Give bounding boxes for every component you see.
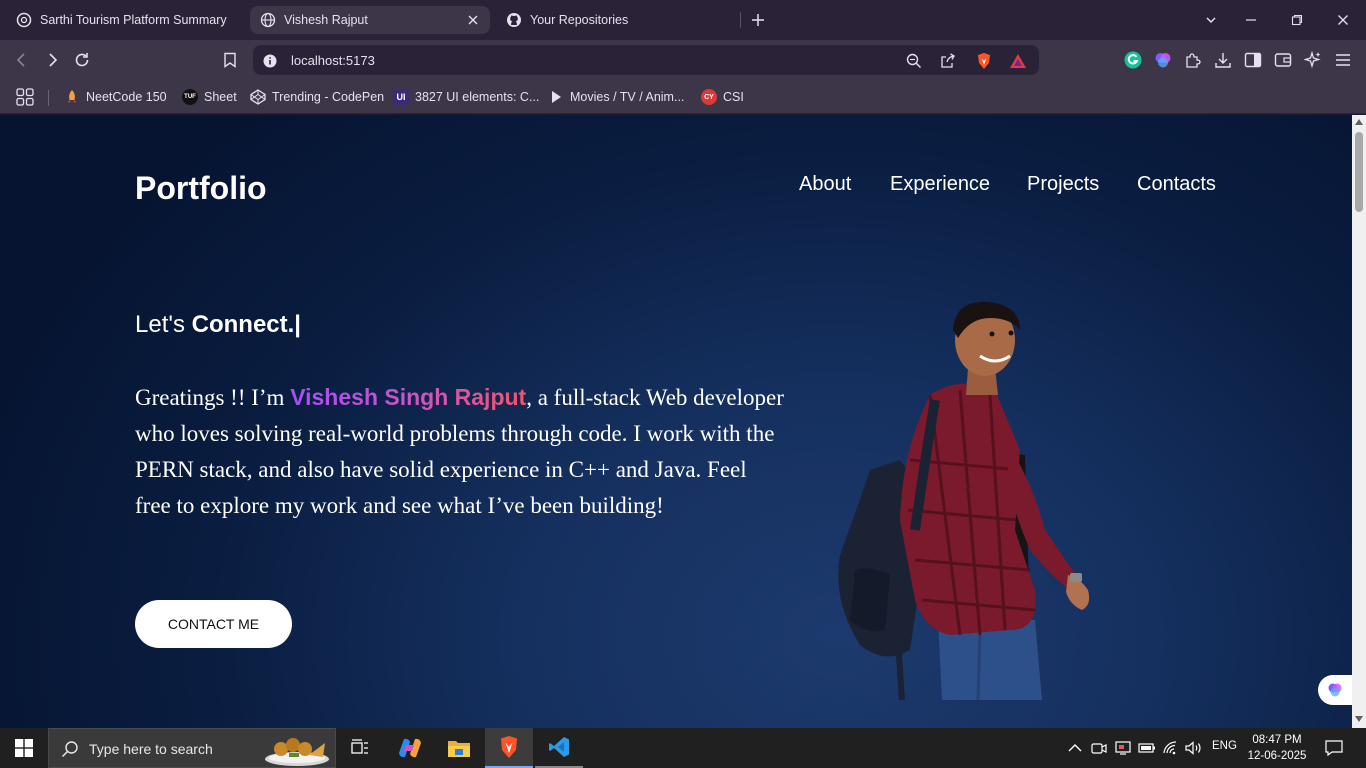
task-view-icon[interactable]	[336, 728, 384, 768]
bookmark-label: Sheet	[204, 90, 237, 104]
play-icon	[548, 89, 564, 105]
clock-date: 12-06-2025	[1247, 750, 1307, 762]
monitor-tray-icon[interactable]	[1114, 740, 1132, 756]
bookmark-movies[interactable]: Movies / TV / Anim...	[548, 86, 684, 108]
contact-me-button[interactable]: CONTACT ME	[135, 600, 292, 648]
nav-projects[interactable]: Projects	[1027, 173, 1099, 196]
heading-typed-text: Connect.|	[191, 311, 302, 338]
taskbar: Type here to search ENG 08:47 PM 12-06-2…	[0, 728, 1366, 768]
portfolio-page: Portfolio About Experience Projects Cont…	[0, 115, 1352, 728]
new-tab-button[interactable]	[746, 8, 770, 32]
close-icon[interactable]	[466, 13, 480, 27]
profile-photo	[830, 300, 1110, 705]
back-button[interactable]	[10, 48, 34, 72]
wallet-icon[interactable]	[1273, 50, 1293, 70]
tuf-icon: TUF	[182, 89, 198, 105]
food-illustration-icon	[265, 738, 329, 766]
site-logo[interactable]: Portfolio	[135, 170, 267, 207]
nav-contacts[interactable]: Contacts	[1137, 173, 1216, 196]
tab-title: Your Repositories	[530, 13, 629, 27]
chatgpt-icon	[16, 12, 32, 28]
bookmarks-bar: NeetCode 150 TUF Sheet Trending - CodePe…	[0, 80, 1366, 114]
search-icon	[61, 741, 78, 758]
uiverse-icon: UI	[393, 89, 409, 105]
tab-title: Vishesh Rajput	[284, 13, 368, 27]
system-clock[interactable]: 08:47 PM 12-06-2025	[1244, 732, 1310, 764]
extensions-puzzle-icon[interactable]	[1183, 50, 1203, 70]
page-scrollbar[interactable]	[1352, 115, 1366, 728]
share-icon[interactable]	[939, 52, 957, 70]
bookmark-sheet[interactable]: TUF Sheet	[182, 86, 237, 108]
minimize-button[interactable]	[1228, 0, 1274, 40]
globe-icon	[260, 12, 276, 28]
intro-before: Greatings !! I’m	[135, 385, 291, 410]
close-window-button[interactable]	[1320, 0, 1366, 40]
menu-icon[interactable]	[1333, 50, 1353, 70]
bookmark-label: Movies / TV / Anim...	[570, 90, 685, 104]
hero-heading: Let's Connect.|	[135, 311, 301, 339]
bookmark-label: CSI	[723, 90, 744, 104]
grammarly-icon[interactable]	[1123, 50, 1143, 70]
url-text[interactable]: localhost:5173	[291, 53, 375, 68]
vscode-icon[interactable]	[535, 728, 583, 768]
assistant-widget-icon[interactable]	[1318, 675, 1352, 705]
camera-tray-icon[interactable]	[1090, 740, 1108, 756]
site-info-icon[interactable]	[261, 52, 279, 70]
nav-experience[interactable]: Experience	[890, 173, 990, 196]
bookmark-label: 3827 UI elements: C...	[415, 90, 540, 104]
brave-shields-icon[interactable]	[975, 52, 993, 70]
bookmark-neetcode[interactable]: NeetCode 150	[64, 86, 167, 108]
bookmark-icon[interactable]	[218, 48, 242, 72]
scroll-down-icon[interactable]	[1355, 716, 1363, 722]
battery-icon[interactable]	[1138, 740, 1156, 756]
toolbar: localhost:5173	[0, 40, 1366, 80]
rocket-icon	[64, 89, 80, 105]
reload-button[interactable]	[70, 48, 94, 72]
file-explorer-icon[interactable]	[435, 728, 483, 768]
ai-extension-icon[interactable]	[1153, 50, 1173, 70]
hero-intro: Greatings !! I’m Vishesh Singh Rajput, a…	[135, 379, 785, 524]
codepen-icon	[250, 89, 266, 105]
wifi-icon[interactable]	[1162, 740, 1180, 756]
tab-bar: Sarthi Tourism Platform Summary Vishesh …	[0, 0, 1366, 40]
zoom-icon[interactable]	[905, 52, 923, 70]
scrollbar-thumb[interactable]	[1355, 132, 1363, 212]
brave-browser-taskbar-icon[interactable]	[485, 728, 533, 768]
tab-title: Sarthi Tourism Platform Summary	[40, 13, 227, 27]
intro-name: Vishesh Singh Rajput	[290, 384, 527, 410]
tab-vishesh-rajput[interactable]: Vishesh Rajput	[250, 6, 490, 34]
clock-time: 08:47 PM	[1252, 734, 1302, 746]
nav-about[interactable]: About	[799, 173, 851, 196]
windows-start-icon[interactable]	[0, 728, 48, 768]
bookmark-separator	[48, 90, 49, 106]
language-indicator[interactable]: ENG	[1212, 740, 1237, 752]
bookmark-ui-elements[interactable]: UI 3827 UI elements: C...	[393, 86, 539, 108]
brave-rewards-icon[interactable]	[1009, 52, 1027, 70]
bookmark-csi[interactable]: CY CSI	[701, 86, 744, 108]
show-hidden-icons-chevron-icon[interactable]	[1066, 740, 1084, 756]
search-placeholder[interactable]: Type here to search	[89, 741, 213, 757]
heading-prefix: Let's	[135, 311, 192, 338]
bookmark-label: NeetCode 150	[86, 90, 167, 104]
forward-button[interactable]	[40, 48, 64, 72]
download-icon[interactable]	[1213, 50, 1233, 70]
sidebar-icon[interactable]	[1243, 50, 1263, 70]
tab-sarthi-tourism[interactable]: Sarthi Tourism Platform Summary	[8, 6, 248, 34]
leo-ai-icon[interactable]	[1303, 50, 1323, 70]
tab-your-repositories[interactable]: Your Repositories	[498, 6, 738, 34]
scroll-up-icon[interactable]	[1355, 119, 1363, 125]
bookmark-codepen[interactable]: Trending - CodePen	[250, 86, 384, 108]
apps-grid-icon[interactable]	[16, 86, 34, 108]
github-icon	[506, 12, 522, 28]
tab-separator	[740, 12, 741, 28]
bookmark-label: Trending - CodePen	[272, 90, 385, 104]
address-bar[interactable]: localhost:5173	[253, 45, 1039, 75]
taskbar-search[interactable]: Type here to search	[48, 728, 336, 768]
volume-icon[interactable]	[1185, 740, 1203, 756]
restore-button[interactable]	[1274, 0, 1320, 40]
copilot-icon[interactable]	[386, 728, 434, 768]
notifications-icon[interactable]	[1324, 740, 1344, 756]
cyberchef-icon: CY	[701, 89, 717, 105]
